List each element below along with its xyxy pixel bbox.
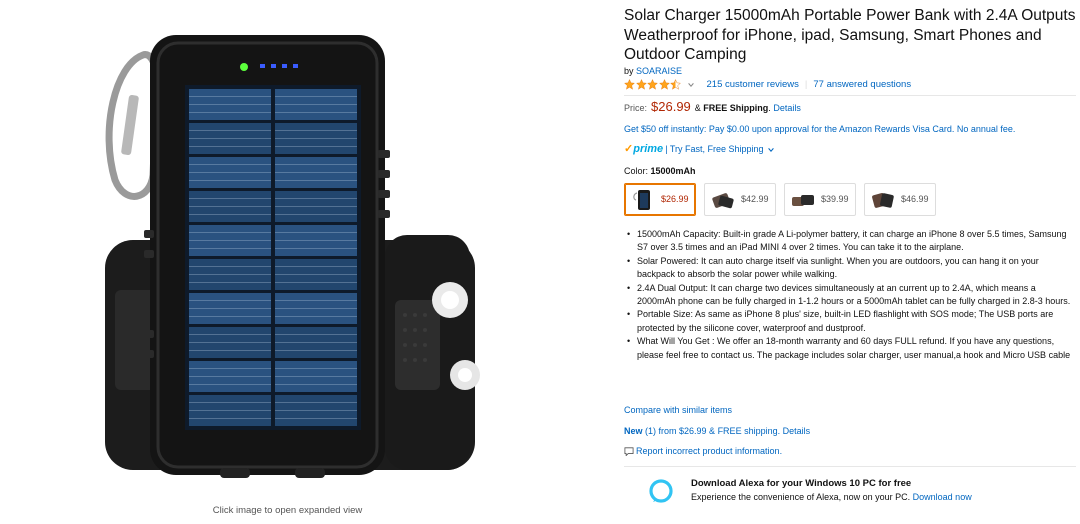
report-row[interactable]: Report incorrect product information.: [624, 445, 782, 459]
comment-icon: [624, 447, 634, 457]
alexa-subtitle-text: Experience the convenience of Alexa, now…: [691, 492, 911, 502]
power-bank-thumbnail-icon: [633, 189, 650, 210]
new-offers-text: (1) from $26.99 & FREE shipping.: [645, 426, 781, 436]
alexa-title: Download Alexa for your Windows 10 PC fo…: [691, 478, 912, 489]
prime-trial-link[interactable]: | Try Fast, Free Shipping: [665, 143, 763, 157]
power-bank-thumbnail-icon: [712, 192, 734, 208]
color-label-text: Color:: [624, 166, 649, 176]
shipping-suffix: .: [768, 103, 771, 113]
shipping-details-link[interactable]: Details: [773, 103, 801, 113]
alexa-subtitle: Experience the convenience of Alexa, now…: [691, 491, 972, 505]
shipping-info: & FREE Shipping. Details: [695, 102, 801, 116]
byline-prefix: by: [624, 66, 637, 76]
color-swatches: $26.99 $42.99 $39.99 $46.99: [624, 183, 944, 216]
divider: [624, 95, 1076, 96]
chevron-down-icon[interactable]: [687, 81, 695, 89]
star-icon: [658, 79, 670, 90]
image-caption: Click image to open expanded view: [212, 505, 363, 516]
power-bank-thumbnail-icon: [792, 194, 814, 206]
visa-promo-link[interactable]: Get $50 off instantly: Pay $0.00 upon ap…: [624, 123, 1015, 137]
feature-bullet: Portable Size: As same as iPhone 8 plus'…: [624, 308, 1076, 335]
chevron-down-icon[interactable]: [767, 146, 775, 154]
price-row: Price: $26.99 & FREE Shipping. Details: [624, 100, 801, 116]
prime-logo: prime: [633, 143, 664, 155]
ratings-row: 215 customer reviews | 77 answered quest…: [624, 78, 911, 92]
report-incorrect-info-link[interactable]: Report incorrect product information.: [636, 445, 782, 459]
image-area: Click image to open expanded view: [0, 0, 600, 524]
half-star-icon: [670, 79, 681, 90]
answered-questions-link[interactable]: 77 answered questions: [813, 78, 911, 92]
feature-bullet: 2.4A Dual Output: It can charge two devi…: [624, 282, 1076, 309]
alexa-logo-icon[interactable]: [649, 479, 673, 503]
free-shipping-label: FREE Shipping: [703, 103, 769, 113]
prime-row[interactable]: ✓ prime | Try Fast, Free Shipping: [624, 143, 775, 157]
new-offers-details-link[interactable]: Details: [783, 426, 811, 436]
star-icon: [624, 79, 635, 90]
download-now-link[interactable]: Download now: [913, 492, 972, 502]
alexa-promo: Download Alexa for your Windows 10 PC fo…: [624, 466, 1076, 524]
brand-link[interactable]: SOARAISE: [636, 66, 682, 76]
feature-bullet: 15000mAh Capacity: Built-in grade A Li-p…: [624, 228, 1076, 255]
new-offers-row: New (1) from $26.99 & FREE shipping. Det…: [624, 425, 810, 439]
swatch-price: $26.99: [661, 193, 689, 204]
feature-bullet: Solar Powered: It can auto charge itself…: [624, 255, 1076, 282]
swatch-price: $39.99: [821, 193, 849, 204]
swatch-option[interactable]: $39.99: [784, 183, 856, 216]
price-value: $26.99: [651, 99, 691, 114]
swatch-option[interactable]: $26.99: [624, 183, 696, 216]
new-offers-link[interactable]: New (1) from $26.99 & FREE shipping.: [624, 426, 780, 436]
star-rating[interactable]: [624, 79, 682, 90]
swatch-option[interactable]: $46.99: [864, 183, 936, 216]
product-image[interactable]: [95, 30, 495, 490]
swatch-price: $46.99: [901, 193, 929, 204]
color-value: 15000mAh: [650, 166, 696, 176]
power-bank-thumbnail-icon: [872, 192, 894, 208]
feature-bullets: 15000mAh Capacity: Built-in grade A Li-p…: [624, 228, 1076, 362]
byline: by SOARAISE: [624, 65, 682, 79]
compare-similar-link[interactable]: Compare with similar items: [624, 404, 732, 418]
product-title: Solar Charger 15000mAh Portable Power Ba…: [624, 7, 1076, 63]
color-label: Color: 15000mAh: [624, 165, 696, 179]
swatch-price: $42.99: [741, 193, 769, 204]
reviews-link[interactable]: 215 customer reviews: [707, 78, 799, 92]
star-icon: [647, 79, 658, 90]
new-label: New: [624, 426, 643, 436]
price-label: Price:: [624, 103, 648, 113]
feature-bullet: What Will You Get : We offer an 18-month…: [624, 335, 1076, 362]
separator: |: [804, 79, 808, 90]
swatch-option[interactable]: $42.99: [704, 183, 776, 216]
prime-check-icon: ✓: [624, 143, 634, 155]
star-icon: [635, 79, 647, 90]
